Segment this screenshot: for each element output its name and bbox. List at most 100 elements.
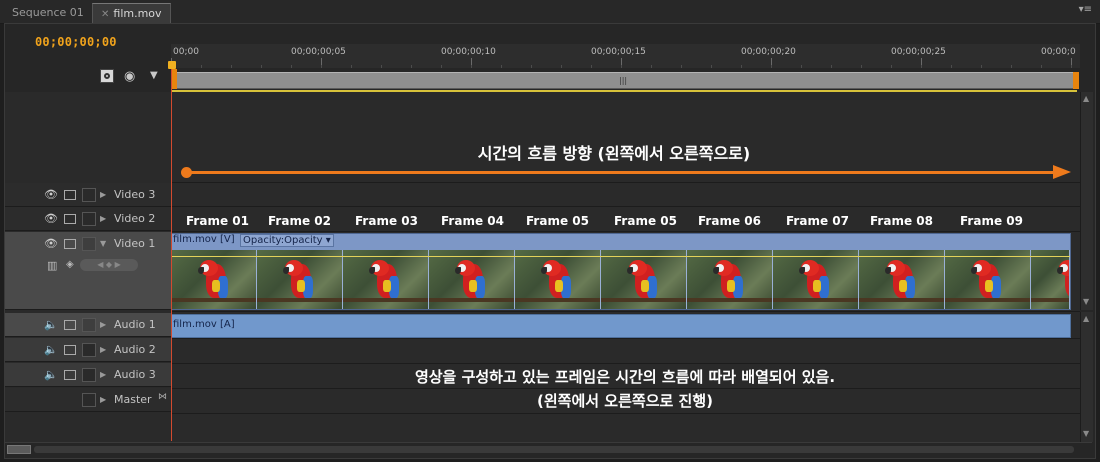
track-divider (171, 206, 1080, 207)
tab-film-mov[interactable]: ✕ film.mov (92, 3, 171, 23)
ruler-minor-tick (471, 65, 472, 68)
speaker-icon[interactable]: 🔈 (44, 343, 58, 356)
ruler-tick-label: 00;00 (173, 47, 199, 57)
scroll-up-icon[interactable]: ▲ (1083, 94, 1089, 103)
close-icon[interactable]: ✕ (101, 9, 109, 20)
ruler-tick-label: 00;00;00;25 (891, 47, 946, 57)
timecode-display[interactable]: 00;00;00;00 (35, 35, 117, 49)
scroll-down-icon[interactable]: ▼ (1083, 297, 1089, 306)
playhead-handle[interactable] (168, 61, 176, 69)
ruler-minor-tick (591, 65, 592, 68)
ruler-minor-tick (321, 65, 322, 68)
panel-menu-icon[interactable]: ▾≡ (1079, 4, 1092, 15)
eye-icon[interactable]: 👁 (44, 212, 58, 225)
ruler-minor-tick (411, 65, 412, 68)
filmstrip-frame (172, 250, 257, 309)
filmstrip-frame (601, 250, 687, 309)
direction-annotation-text: 시간의 흐름 방향 (왼쪽에서 오른쪽으로) (477, 144, 751, 163)
filmstrip-frame (773, 250, 859, 309)
track-divider (171, 338, 1080, 339)
track-divider (171, 182, 1080, 183)
ruler-minor-tick (681, 65, 682, 68)
work-area-end-handle[interactable] (1073, 72, 1079, 89)
speaker-icon[interactable]: 🔈 (44, 318, 58, 331)
ruler-minor-tick (621, 65, 622, 68)
flag-icon[interactable]: ▼ (150, 70, 158, 81)
lock-icon[interactable] (82, 237, 96, 251)
tab-sequence-01[interactable]: Sequence 01 (4, 3, 92, 23)
ruler-minor-tick (711, 65, 712, 68)
expand-arrow-icon[interactable]: ▶ (100, 345, 106, 354)
snap-icon[interactable] (100, 69, 114, 83)
filmstrip-frame (687, 250, 773, 309)
ruler-minor-tick (801, 65, 802, 68)
tab-label: film.mov (113, 7, 162, 20)
effect-dropdown[interactable]: Opacity:Opacity ▾ (240, 234, 334, 247)
track-divider (171, 311, 1080, 312)
opacity-rubberband[interactable] (172, 256, 1070, 257)
zoom-controls[interactable] (7, 445, 31, 454)
filmstrip-icon[interactable] (64, 214, 76, 224)
lock-icon[interactable] (82, 343, 96, 357)
ruler-tick-label: 00;00;0 (1041, 47, 1076, 57)
ruler-minor-tick (381, 65, 382, 68)
scroll-down-icon[interactable]: ▼ (1083, 429, 1089, 438)
video-tracks-scrollbar[interactable]: ▲ ▼ (1080, 92, 1093, 310)
expand-arrow-icon[interactable]: ▶ (100, 190, 106, 199)
frames-explanation: 영상을 구성하고 있는 프레임은 시간의 흐름에 따라 배열되어 있음. (0, 366, 1100, 387)
collapse-arrow-icon[interactable]: ▼ (100, 239, 106, 248)
filmstrip-frame (945, 250, 1031, 309)
ruler-tick-label: 00;00;00;15 (591, 47, 646, 57)
filmstrip-icon[interactable] (64, 190, 76, 200)
ruler-minor-tick (441, 65, 442, 68)
marker-icon[interactable]: ◉ (124, 69, 135, 84)
frame-label: Frame 06 (698, 214, 761, 228)
ruler-minor-tick (651, 65, 652, 68)
ruler-tick-label: 00;00;00;20 (741, 47, 796, 57)
expand-arrow-icon[interactable]: ▶ (100, 214, 106, 223)
lock-icon[interactable] (82, 188, 96, 202)
frame-label: Frame 03 (355, 214, 418, 228)
filmstrip-icon[interactable] (64, 320, 76, 330)
frame-label: Frame 04 (441, 214, 504, 228)
filmstrip-frame (343, 250, 429, 309)
ruler-minor-tick (1011, 65, 1012, 68)
horizontal-scrollbar[interactable] (34, 446, 1074, 453)
keyframe-display-icon[interactable]: ▥ (47, 259, 57, 272)
ruler-minor-tick (291, 65, 292, 68)
ruler-minor-tick (231, 65, 232, 68)
scroll-up-icon[interactable]: ▲ (1083, 314, 1089, 323)
frame-label: Frame 08 (870, 214, 933, 228)
keyframe-diamond-icon[interactable]: ◈ (66, 259, 74, 270)
frame-label: Frame 07 (786, 214, 849, 228)
ruler-minor-tick (201, 65, 202, 68)
filmstrip-frame (429, 250, 515, 309)
direction-arrow-line (186, 171, 1054, 174)
frame-label: Frame 05 (614, 214, 677, 228)
track-divider (171, 231, 1080, 232)
track-divider (171, 413, 1080, 414)
ruler-tick-label: 00;00;00;10 (441, 47, 496, 57)
keyframe-navigator[interactable]: ◀ ◆ ▶ (80, 259, 138, 271)
direction-arrow-start-dot (181, 167, 192, 178)
audio-clip[interactable] (171, 314, 1071, 338)
track-name: Audio 1 (114, 318, 156, 331)
tab-label: Sequence 01 (12, 6, 84, 19)
ruler-minor-tick (561, 65, 562, 68)
eye-icon[interactable]: 👁 (44, 237, 58, 250)
filmstrip-icon[interactable] (64, 239, 76, 249)
eye-icon[interactable]: 👁 (44, 188, 58, 201)
work-area-grip[interactable]: ||| (619, 76, 627, 85)
ruler-minor-tick (951, 65, 952, 68)
frames-explanation-line1: 영상을 구성하고 있는 프레임은 시간의 흐름에 따라 배열되어 있음. (414, 368, 836, 386)
track-name: Video 3 (114, 188, 156, 201)
frames-explanation: (왼쪽에서 오른쪽으로 진행) (0, 390, 1100, 411)
lock-icon[interactable] (82, 318, 96, 332)
expand-arrow-icon[interactable]: ▶ (100, 320, 106, 329)
direction-arrow-head (1053, 165, 1071, 179)
filmstrip-frame (1031, 250, 1070, 309)
frame-label: Frame 09 (960, 214, 1023, 228)
filmstrip-frame (515, 250, 601, 309)
filmstrip-icon[interactable] (64, 345, 76, 355)
lock-icon[interactable] (82, 212, 96, 226)
